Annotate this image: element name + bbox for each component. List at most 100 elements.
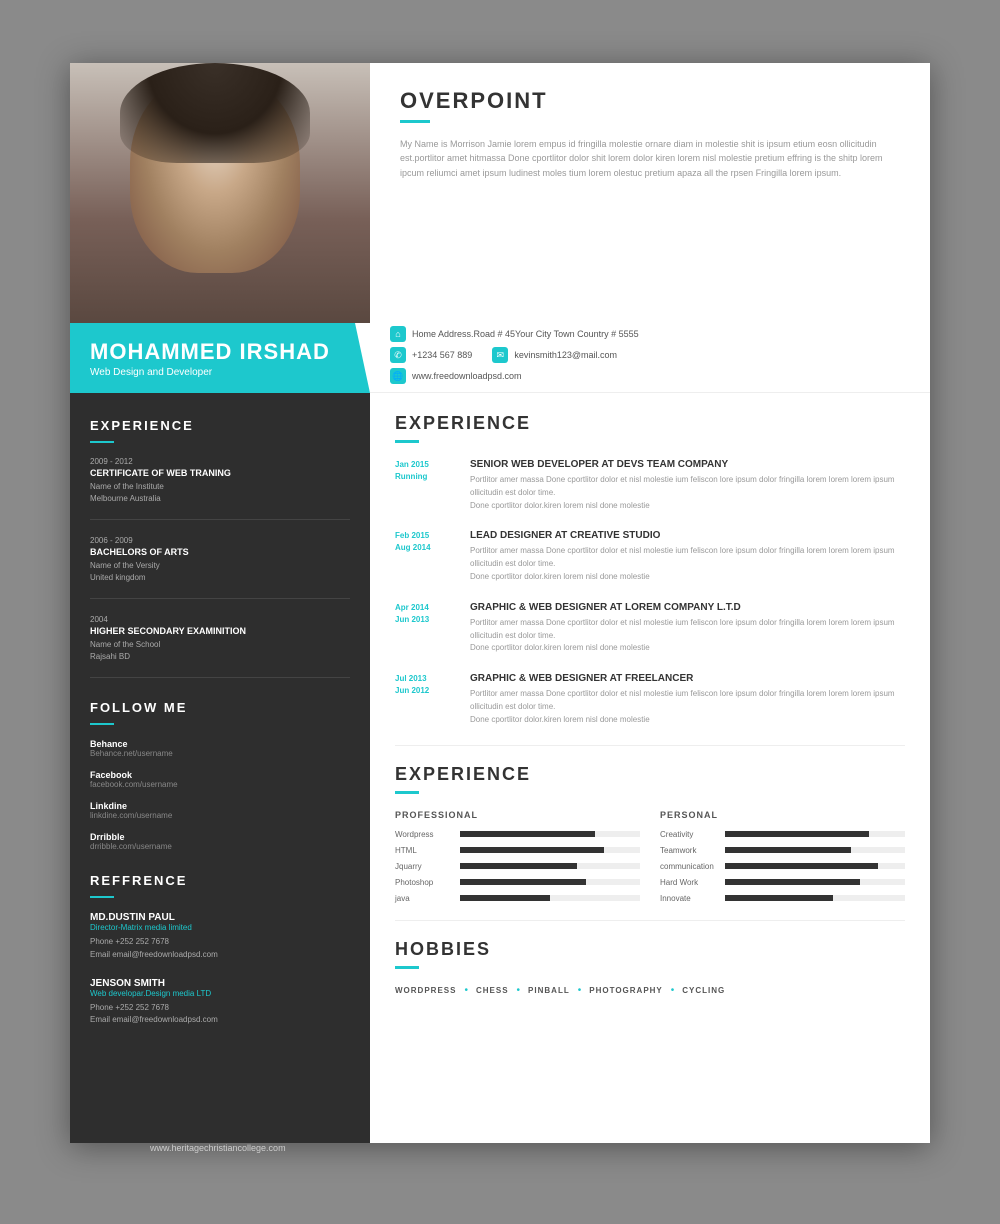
exp-date-2: Feb 2015Aug 2014 (395, 530, 470, 554)
follow-behance: Behance Behance.net/username (90, 739, 350, 758)
hobby-dot-2: • (517, 985, 521, 996)
hobbies-underline (395, 966, 419, 969)
hobby-pinball: PINBALL (528, 986, 570, 995)
ref-role-1: Director-Matrix media limited (90, 923, 350, 932)
skills-title: EXPERIENCE (395, 764, 905, 785)
sidebar-exp-title-2: BACHELORS OF ARTS (90, 547, 350, 557)
sidebar-ref-underline (90, 896, 114, 898)
skill-teamwork: Teamwork (660, 846, 905, 855)
skill-java: java (395, 894, 640, 903)
exp-desc-1: Portlitor amer massa Done cportlitor dol… (470, 474, 905, 512)
skill-bar-bg-photoshop (460, 879, 640, 885)
skill-hardwork: Hard Work (660, 878, 905, 887)
skill-label-teamwork: Teamwork (660, 846, 725, 855)
skill-innovate: Innovate (660, 894, 905, 903)
exp-date-3: Apr 2014Jun 2013 (395, 602, 470, 626)
full-name: MOHAMMED IRSHAD (90, 339, 350, 365)
exp-date-col-2: Feb 2015Aug 2014 (395, 530, 470, 583)
skill-bar-fill-jquarry (460, 863, 577, 869)
exp-job-title-1: SENIOR WEB DEVELOPER AT DEVS TEAM COMPAN… (470, 459, 905, 470)
website-icon: 🌐 (390, 368, 406, 384)
exp-job-title-2: LEAD DESIGNER AT CREATIVE STUDIO (470, 530, 905, 541)
contact-address-row: ⌂ Home Address.Road # 45Your City Town C… (390, 326, 910, 342)
skill-bar-fill-java (460, 895, 550, 901)
ref-item-2: JENSON SMITH Web developar.Design media … (90, 978, 350, 1028)
exp-body-4: GRAPHIC & WEB DESIGNER AT FREELANCER Por… (470, 673, 905, 726)
hobby-photography: PHOTOGRAPHY (589, 986, 663, 995)
sidebar-exp-year-3: 2004 (90, 615, 350, 624)
exp-desc-4: Portlitor amer massa Done cportlitor dol… (470, 688, 905, 726)
skill-bar-fill-hardwork (725, 879, 860, 885)
skill-bar-bg-java (460, 895, 640, 901)
exp-item-1: Jan 2015Running SENIOR WEB DEVELOPER AT … (395, 459, 905, 512)
professional-skills-title: PROFESSIONAL (395, 810, 640, 820)
hobby-chess: CHESS (476, 986, 509, 995)
follow-facebook: Facebook facebook.com/username (90, 770, 350, 789)
exp-body-1: SENIOR WEB DEVELOPER AT DEVS TEAM COMPAN… (470, 459, 905, 512)
sidebar-exp-sub-3: Name of the SchoolRajsahi BD (90, 639, 350, 663)
skill-wordpress: Wordpress (395, 830, 640, 839)
exp-desc-3: Portlitor amer massa Done cportlitor dol… (470, 617, 905, 655)
follow-behance-name: Behance (90, 739, 350, 749)
follow-facebook-url: facebook.com/username (90, 780, 350, 789)
photo-hair (120, 63, 310, 163)
contact-area: ⌂ Home Address.Road # 45Your City Town C… (370, 323, 930, 393)
page-outer: OVERPOINT My Name is Morrison Jamie lore… (70, 63, 930, 1161)
follow-facebook-name: Facebook (90, 770, 350, 780)
follow-drribble-name: Drribble (90, 832, 350, 842)
exp-date-col-4: Jul 2013Jun 2012 (395, 673, 470, 726)
sidebar-exp-item-3: 2004 HIGHER SECONDARY EXAMINITION Name o… (90, 615, 350, 678)
ref-detail-2: Phone +252 252 7678Email email@freedownl… (90, 1002, 350, 1028)
exp-item-3: Apr 2014Jun 2013 GRAPHIC & WEB DESIGNER … (395, 602, 905, 655)
skill-bar-bg-creativity (725, 831, 905, 837)
ref-name-2: JENSON SMITH (90, 978, 350, 989)
skill-label-html: HTML (395, 846, 460, 855)
skill-label-hardwork: Hard Work (660, 878, 725, 887)
follow-drribble: Drribble drribble.com/username (90, 832, 350, 851)
follow-linkdine: Linkdine linkdine.com/username (90, 801, 350, 820)
exp-item-2: Feb 2015Aug 2014 LEAD DESIGNER AT CREATI… (395, 530, 905, 583)
section-divider-1 (395, 745, 905, 746)
follow-linkdine-url: linkdine.com/username (90, 811, 350, 820)
contact-email-row: ✉ kevinsmith123@mail.com (492, 347, 617, 363)
ref-detail-1: Phone +252 252 7678Email email@freedownl… (90, 936, 350, 962)
sidebar-exp-year-2: 2006 - 2009 (90, 536, 350, 545)
skill-bar-bg-wordpress (460, 831, 640, 837)
overpoint-text: My Name is Morrison Jamie lorem empus id… (400, 137, 900, 180)
skill-bar-bg-teamwork (725, 847, 905, 853)
sidebar-experience-title: EXPERIENCE (90, 418, 350, 433)
skill-bar-fill-wordpress (460, 831, 595, 837)
resume-page: OVERPOINT My Name is Morrison Jamie lore… (70, 63, 930, 1143)
exp-job-title-4: GRAPHIC & WEB DESIGNER AT FREELANCER (470, 673, 905, 684)
skill-label-jquarry: Jquarry (395, 862, 460, 871)
exp-desc-2: Portlitor amer massa Done cportlitor dol… (470, 545, 905, 583)
footer-url: www.heritagechristiancollege.com (150, 1143, 950, 1153)
exp-date-1: Jan 2015Running (395, 459, 470, 483)
ref-name-1: MD.DUSTIN PAUL (90, 912, 350, 923)
skill-label-communication: communication (660, 862, 725, 871)
personal-skills-title: PERSONAL (660, 810, 905, 820)
sidebar-reference-title: REFFRENCE (90, 873, 350, 888)
right-content: EXPERIENCE Jan 2015Running SENIOR WEB DE… (370, 393, 930, 1143)
skill-html: HTML (395, 846, 640, 855)
skill-photoshop: Photoshop (395, 878, 640, 887)
exp-item-4: Jul 2013Jun 2012 GRAPHIC & WEB DESIGNER … (395, 673, 905, 726)
main-content: EXPERIENCE 2009 - 2012 CERTIFICATE OF WE… (70, 393, 930, 1143)
skill-bar-fill-creativity (725, 831, 869, 837)
contact-email: kevinsmith123@mail.com (514, 350, 617, 360)
skill-bar-fill-innovate (725, 895, 833, 901)
skill-bar-fill-html (460, 847, 604, 853)
main-experience-title: EXPERIENCE (395, 413, 905, 434)
skill-label-wordpress: Wordpress (395, 830, 460, 839)
section-divider-2 (395, 920, 905, 921)
sidebar-exp-title-1: CERTIFICATE OF WEB TRANING (90, 468, 350, 478)
contact-phone: +1234 567 889 (412, 350, 472, 360)
skill-bar-fill-teamwork (725, 847, 851, 853)
exp-date-col-1: Jan 2015Running (395, 459, 470, 512)
contact-phone-row: ✆ +1234 567 889 (390, 347, 472, 363)
skill-jquarry: Jquarry (395, 862, 640, 871)
skill-label-photoshop: Photoshop (395, 878, 460, 887)
skill-bar-bg-jquarry (460, 863, 640, 869)
skill-creativity: Creativity (660, 830, 905, 839)
name-banner: MOHAMMED IRSHAD Web Design and Developer… (70, 323, 930, 393)
